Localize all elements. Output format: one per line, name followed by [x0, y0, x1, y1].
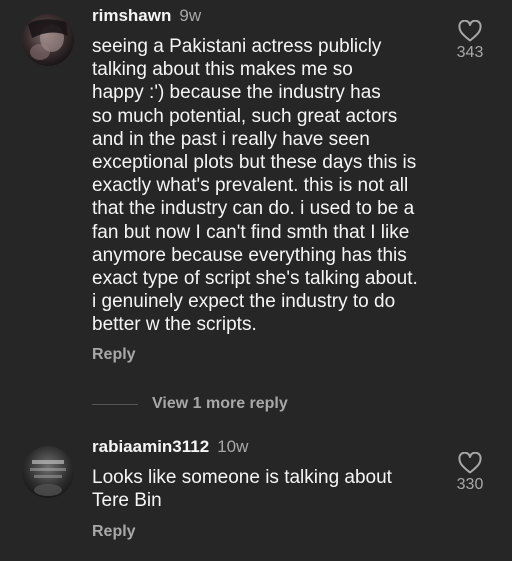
reply-button[interactable]: Reply — [92, 523, 136, 541]
view-more-label[interactable]: View 1 more reply — [152, 395, 288, 413]
comment-item: rabiaamin3112 10w Looks like someone is t… — [0, 430, 512, 561]
reply-button[interactable]: Reply — [92, 346, 136, 364]
heart-outline-icon[interactable] — [458, 20, 482, 42]
like-count: 330 — [456, 476, 484, 493]
like-button[interactable]: 330 — [450, 452, 490, 494]
view-more-replies[interactable]: View 1 more reply — [92, 394, 288, 414]
timestamp: 9w — [179, 6, 202, 25]
like-count: 343 — [456, 44, 484, 61]
comment-text: Looks like someone is talking about Tere… — [92, 467, 392, 512]
username[interactable]: rimshawn — [92, 6, 171, 25]
divider — [92, 403, 138, 405]
comment-meta: rabiaamin3112 10w — [92, 437, 248, 457]
username[interactable]: rabiaamin3112 — [92, 437, 209, 456]
comment-text: seeing a Pakistani actress publicly talk… — [92, 36, 418, 336]
heart-outline-icon[interactable] — [458, 452, 482, 474]
timestamp: 10w — [217, 437, 249, 456]
like-button[interactable]: 343 — [450, 20, 490, 62]
comment-meta: rimshawn 9w — [92, 6, 201, 26]
avatar[interactable] — [22, 446, 74, 498]
avatar[interactable] — [22, 14, 74, 66]
comment-item: rimshawn 9w seeing a Pakistani actress pu… — [0, 0, 512, 380]
